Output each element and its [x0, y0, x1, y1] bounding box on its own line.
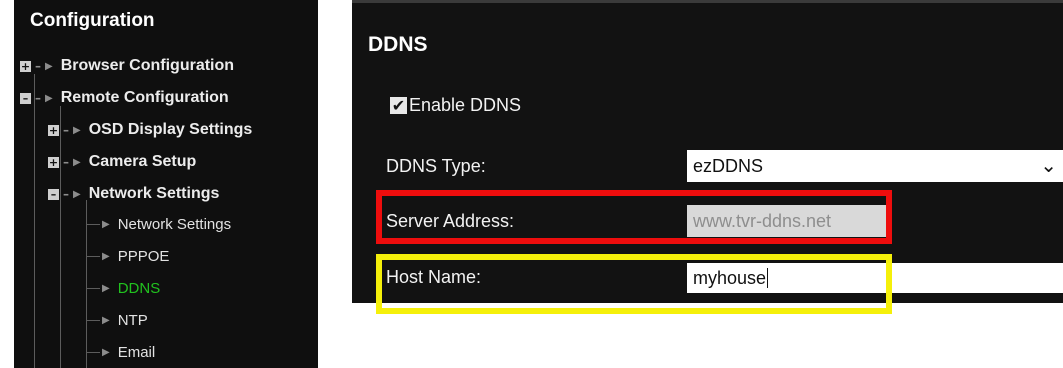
- tree-connector: [86, 224, 100, 225]
- tree-connector: [86, 352, 100, 353]
- tree-item-pppoe[interactable]: ▶ PPPOE: [102, 242, 169, 270]
- tree-connector: [34, 74, 35, 368]
- tree-connector: [86, 320, 100, 321]
- chevron-down-icon[interactable]: ⌄: [1040, 153, 1057, 177]
- panel-title: DDNS: [368, 33, 428, 56]
- triangle-right-icon: ▶: [102, 282, 110, 294]
- enable-ddns-checkbox[interactable]: ✔: [390, 97, 407, 114]
- triangle-right-icon: ▶: [73, 124, 81, 136]
- tree-item-label: OSD Display Settings: [88, 121, 253, 138]
- tree-item-label: NTP: [117, 311, 148, 329]
- plus-box-icon[interactable]: +: [20, 60, 31, 72]
- tree-item-label: Browser Configuration: [60, 57, 235, 74]
- connector-dash-icon: –: [63, 123, 69, 137]
- host-name-highlight: [376, 254, 892, 314]
- tree-title: Configuration: [30, 10, 155, 31]
- tree-item-label: Camera Setup: [88, 153, 197, 170]
- tree-item-label: Network Settings: [117, 215, 232, 233]
- ddns-type-label: DDNS Type:: [386, 156, 486, 176]
- enable-ddns-label: Enable DDNS: [409, 95, 522, 115]
- tree-item-network-settings-group[interactable]: – – ▶ Network Settings: [48, 180, 219, 208]
- tree-item-label: Remote Configuration: [60, 89, 229, 106]
- tree-item-osd-display-settings[interactable]: + – ▶ OSD Display Settings: [48, 116, 252, 144]
- tree-item-label: Network Settings: [88, 185, 220, 202]
- plus-box-icon[interactable]: +: [48, 124, 59, 136]
- tree-item-network-settings[interactable]: ▶ Network Settings: [102, 210, 231, 238]
- connector-dash-icon: –: [63, 187, 69, 201]
- connector-dash-icon: –: [35, 59, 41, 73]
- ddns-type-value: ezDDNS: [693, 155, 764, 176]
- triangle-right-icon: ▶: [73, 188, 81, 200]
- tree-item-remote-configuration[interactable]: – – ▶ Remote Configuration: [20, 84, 229, 112]
- tree-item-email[interactable]: ▶ Email: [102, 338, 155, 366]
- tree-item-label: PPPOE: [117, 247, 170, 265]
- triangle-right-icon: ▶: [102, 314, 110, 326]
- minus-box-icon[interactable]: –: [48, 188, 59, 200]
- configuration-tree: Configuration + – ▶ Browser Configuratio…: [14, 0, 318, 368]
- tree-item-ddns[interactable]: ▶ DDNS: [102, 274, 160, 302]
- triangle-right-icon: ▶: [102, 250, 110, 262]
- triangle-right-icon: ▶: [102, 218, 110, 230]
- tree-item-label: DDNS: [117, 279, 161, 297]
- minus-box-icon[interactable]: –: [20, 92, 31, 104]
- triangle-right-icon: ▶: [45, 60, 53, 72]
- tree-item-ntp[interactable]: ▶ NTP: [102, 306, 148, 334]
- tree-item-label: Email: [117, 343, 156, 361]
- tree-connector: [86, 200, 87, 368]
- connector-dash-icon: –: [63, 155, 69, 169]
- plus-box-icon[interactable]: +: [48, 156, 59, 168]
- triangle-right-icon: ▶: [73, 156, 81, 168]
- enable-ddns-row[interactable]: ✔ Enable DDNS: [390, 95, 521, 116]
- triangle-right-icon: ▶: [45, 92, 53, 104]
- ddns-type-select[interactable]: ezDDNS ⌄: [687, 150, 1063, 182]
- triangle-right-icon: ▶: [102, 346, 110, 358]
- tree-item-camera-setup[interactable]: + – ▶ Camera Setup: [48, 148, 196, 176]
- tree-connector: [60, 106, 61, 368]
- tree-connector: [86, 256, 100, 257]
- connector-dash-icon: –: [35, 91, 41, 105]
- tree-item-browser-configuration[interactable]: + – ▶ Browser Configuration: [20, 52, 234, 80]
- tree-connector: [86, 288, 100, 289]
- server-address-highlight: [376, 190, 892, 244]
